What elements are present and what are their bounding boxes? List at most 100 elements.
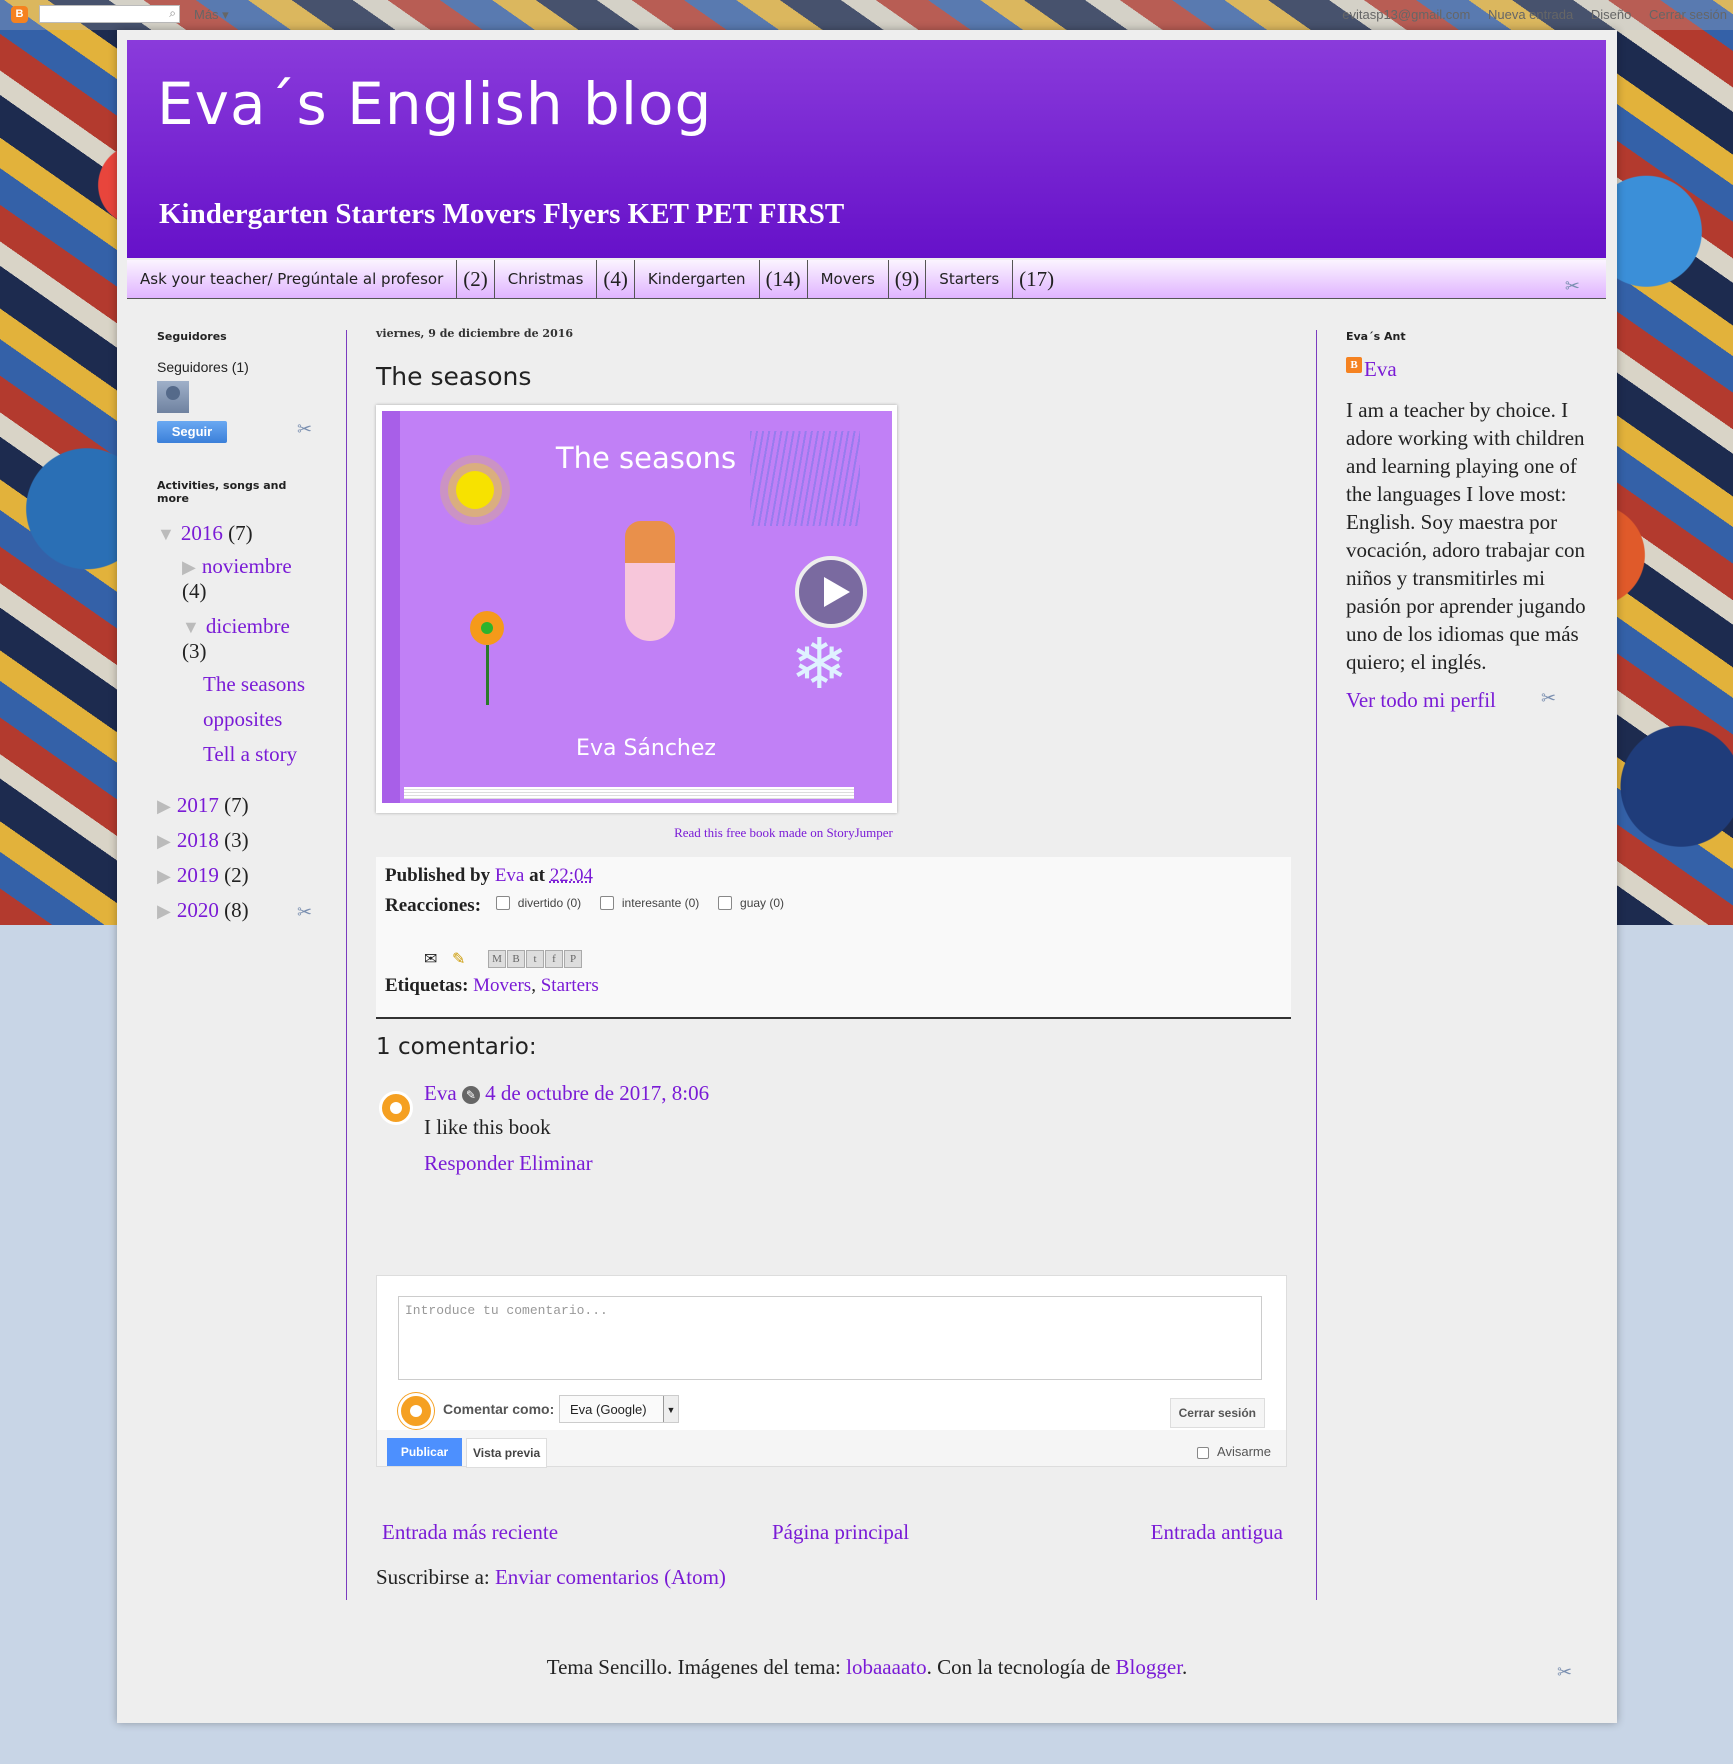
- archive-link[interactable]: 2019: [177, 863, 219, 887]
- book-title: The seasons: [555, 441, 737, 475]
- archive-post-link[interactable]: The seasons: [203, 672, 305, 696]
- archive-count: (7): [228, 521, 253, 545]
- archive-link[interactable]: 2017: [177, 793, 219, 817]
- edit-wrench-icon[interactable]: ✂: [1565, 276, 1580, 297]
- expand-triangle-icon[interactable]: ▶: [157, 796, 171, 816]
- tab-ask-teacher[interactable]: Ask your teacher/ Pregúntale al profesor: [127, 260, 458, 298]
- comment-author-link[interactable]: Eva: [424, 1081, 457, 1105]
- tab-starters[interactable]: Starters: [926, 260, 1014, 298]
- attribution-middle: . Con la tecnología de: [926, 1655, 1111, 1679]
- logout-button[interactable]: Cerrar sesión: [1169, 1398, 1265, 1428]
- navbar-logout[interactable]: Cerrar sesión: [1649, 7, 1727, 22]
- book-cover[interactable]: The seasons ❄ Eva Sánchez: [382, 411, 892, 803]
- storyjumper-link[interactable]: Read this free book made on StoryJumper: [376, 825, 1191, 841]
- share-blogthis-icon[interactable]: B: [507, 950, 525, 968]
- email-post-icon[interactable]: ✉: [424, 949, 437, 969]
- navbar-email[interactable]: evitasp13@gmail.com: [1342, 7, 1470, 22]
- label-link[interactable]: Starters: [541, 975, 599, 996]
- expand-triangle-icon[interactable]: ▶: [182, 557, 196, 577]
- blogger-link[interactable]: Blogger: [1116, 1655, 1183, 1679]
- archive-post-link[interactable]: opposites: [203, 707, 282, 731]
- edit-wrench-icon[interactable]: ✂: [297, 902, 312, 923]
- tab-christmas[interactable]: Christmas: [495, 260, 598, 298]
- comment-textarea[interactable]: Introduce tu comentario...: [398, 1296, 1262, 1380]
- archive-link[interactable]: noviembre: [202, 554, 292, 578]
- share-buttons: MBtfP: [488, 949, 583, 968]
- expand-triangle-icon[interactable]: ▶: [157, 866, 171, 886]
- navbar-more-menu[interactable]: Más ▾: [194, 7, 229, 23]
- reply-link[interactable]: Responder: [424, 1151, 514, 1175]
- edit-wrench-icon[interactable]: ✂: [1541, 688, 1556, 709]
- followers-title: Seguidores: [157, 330, 227, 343]
- subscribe-row: Suscribirse a: Enviar comentarios (Atom): [376, 1565, 726, 1590]
- archive-month-noviembre: ▶ noviembre (4): [182, 554, 317, 604]
- follower-avatar[interactable]: [157, 381, 189, 413]
- blog-description: Kindergarten Starters Movers Flyers KET …: [159, 198, 845, 230]
- archive-count: (7): [224, 793, 249, 817]
- blog-title[interactable]: Eva´s English blog: [157, 70, 712, 138]
- edit-pencil-icon[interactable]: ✎: [452, 949, 465, 969]
- navbar-design[interactable]: Diseño: [1591, 7, 1631, 22]
- share-twitter-icon[interactable]: t: [526, 950, 544, 968]
- navbar-search-input[interactable]: ⌕: [39, 5, 180, 23]
- identity-select[interactable]: Eva (Google) ▼: [559, 1395, 679, 1423]
- archive-link[interactable]: 2016: [181, 521, 223, 545]
- tab-kindergarten[interactable]: Kindergarten: [635, 260, 760, 298]
- post-labels: Etiquetas: Movers, Starters: [385, 975, 599, 996]
- image-author-link[interactable]: lobaaaato: [846, 1655, 926, 1679]
- tab-count: (4): [597, 260, 635, 298]
- navbar-new-post[interactable]: Nueva entrada: [1488, 7, 1573, 22]
- share-email-icon[interactable]: M: [488, 950, 506, 968]
- follow-button[interactable]: Seguir: [157, 421, 227, 443]
- blog-header: Eva´s English blog Kindergarten Starters…: [127, 40, 1606, 258]
- label-link[interactable]: Movers: [473, 975, 531, 996]
- storyjumper-book-embed[interactable]: The seasons ❄ Eva Sánchez: [376, 405, 897, 813]
- archive-link[interactable]: diciembre: [206, 614, 290, 638]
- share-facebook-icon[interactable]: f: [545, 950, 563, 968]
- collapse-triangle-icon[interactable]: ▼: [157, 524, 175, 544]
- archive-link[interactable]: 2020: [177, 898, 219, 922]
- home-link[interactable]: Página principal: [772, 1520, 909, 1545]
- search-icon[interactable]: ⌕: [169, 6, 176, 21]
- collapse-triangle-icon[interactable]: ▼: [182, 617, 200, 637]
- edit-wrench-icon[interactable]: ✂: [1557, 1662, 1572, 1683]
- preview-button[interactable]: Vista previa: [466, 1438, 548, 1468]
- atom-feed-link[interactable]: Enviar comentarios (Atom): [495, 1565, 726, 1589]
- notify-checkbox[interactable]: [1197, 1446, 1210, 1459]
- blogger-logo-icon[interactable]: B: [11, 6, 28, 23]
- post-byline: Published by Eva at 22:04: [385, 865, 593, 887]
- snowflake-icon: ❄: [790, 627, 849, 704]
- newer-post-link[interactable]: Entrada más reciente: [382, 1520, 558, 1545]
- tab-count: (9): [889, 260, 927, 298]
- chevron-down-icon[interactable]: ▼: [663, 1396, 678, 1422]
- reaction-checkbox[interactable]: [718, 895, 733, 910]
- publish-button[interactable]: Publicar: [387, 1438, 462, 1466]
- expand-triangle-icon[interactable]: ▶: [157, 901, 171, 921]
- reaction-checkbox[interactable]: [495, 895, 510, 910]
- delete-link[interactable]: Eliminar: [519, 1151, 592, 1175]
- reactions-row: Reacciones: divertido (0) interesante (0…: [385, 895, 798, 917]
- archive-count: (3): [224, 828, 249, 852]
- navbar-right-links: evitasp13@gmail.com Nueva entrada Diseño…: [1328, 7, 1727, 22]
- profile-name-link[interactable]: Eva: [1364, 357, 1397, 381]
- profile-widget-title: Eva´s Ant: [1346, 330, 1406, 343]
- post-time-link[interactable]: 22:04: [550, 865, 593, 886]
- comment-date-link[interactable]: 4 de octubre de 2017, 8:06: [485, 1081, 709, 1105]
- archive-post-link[interactable]: Tell a story: [203, 742, 297, 766]
- share-pinterest-icon[interactable]: P: [564, 950, 582, 968]
- older-post-link[interactable]: Entrada antigua: [1151, 1520, 1283, 1545]
- expand-triangle-icon[interactable]: ▶: [157, 831, 171, 851]
- archive-year-2020: ▶ 2020 (8) ✂: [157, 898, 317, 923]
- commenter-avatar[interactable]: [379, 1091, 413, 1125]
- book-pages: [404, 787, 854, 799]
- blog-admin-pencil-icon: ✎: [461, 1086, 480, 1105]
- reaction-checkbox[interactable]: [599, 895, 614, 910]
- tab-movers[interactable]: Movers: [808, 260, 889, 298]
- play-icon[interactable]: [795, 556, 867, 628]
- archive-link[interactable]: 2018: [177, 828, 219, 852]
- edit-wrench-icon[interactable]: ✂: [297, 419, 312, 440]
- archive-year-2018: ▶ 2018 (3): [157, 828, 317, 853]
- view-profile-link[interactable]: Ver todo mi perfil: [1346, 688, 1496, 712]
- post-author-link[interactable]: Eva: [495, 865, 525, 886]
- reaction-label: interesante (0): [621, 896, 700, 910]
